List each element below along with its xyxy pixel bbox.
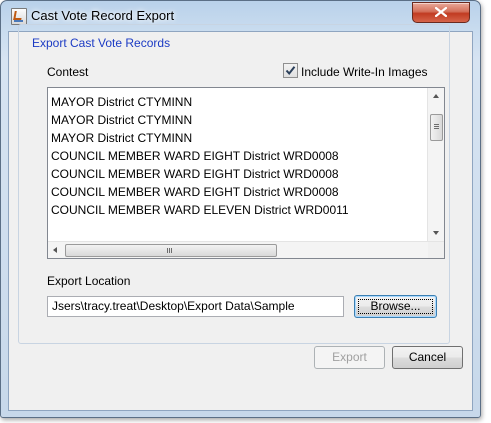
scroll-down-icon[interactable] [433,231,439,235]
include-write-in-checkbox[interactable] [283,63,298,78]
group-title: Export Cast Vote Records [29,36,174,50]
browse-button[interactable]: Browse... [354,295,437,318]
export-button[interactable]: Export [314,346,385,369]
contest-label: Contest [47,65,89,79]
include-write-in-label[interactable]: Include Write-In Images [301,65,428,79]
list-item[interactable]: MAYOR District CTYMINN [51,93,349,111]
list-item[interactable]: COUNCIL MEMBER WARD EIGHT District WRD00… [51,147,349,165]
scroll-up-icon[interactable] [433,94,439,98]
close-button[interactable] [412,2,470,23]
vertical-scrollbar[interactable] [427,88,444,241]
list-item[interactable]: MAYOR District CTYMINN [51,129,349,147]
horizontal-scrollbar[interactable] [48,241,444,258]
grip-icon [167,248,168,253]
export-location-field[interactable] [47,296,344,317]
list-item[interactable]: MAYOR District CTYMINN [51,111,349,129]
checkmark-icon [285,66,296,76]
cancel-button[interactable]: Cancel [392,346,463,369]
java-app-icon [11,8,27,25]
dialog-window: Cast Vote Record Export Export Cast Vote… [0,0,481,418]
vertical-scroll-thumb[interactable] [430,114,443,141]
list-item[interactable]: COUNCIL MEMBER WARD ELEVEN District WRD0… [51,201,349,219]
horizontal-scroll-thumb[interactable] [65,244,277,257]
contest-list[interactable]: MAYOR District CTYMINN MAYOR District CT… [47,87,445,259]
list-item[interactable]: COUNCIL MEMBER WARD EIGHT District WRD00… [51,183,349,201]
close-icon [435,7,447,17]
scroll-corner [428,242,444,258]
window-title: Cast Vote Record Export [31,8,175,23]
scroll-left-icon[interactable] [53,247,57,253]
list-item[interactable]: COUNCIL MEMBER WARD EIGHT District WRD00… [51,165,349,183]
focus-ring [358,299,433,314]
export-location-label: Export Location [47,274,131,288]
grip-icon [434,124,439,125]
